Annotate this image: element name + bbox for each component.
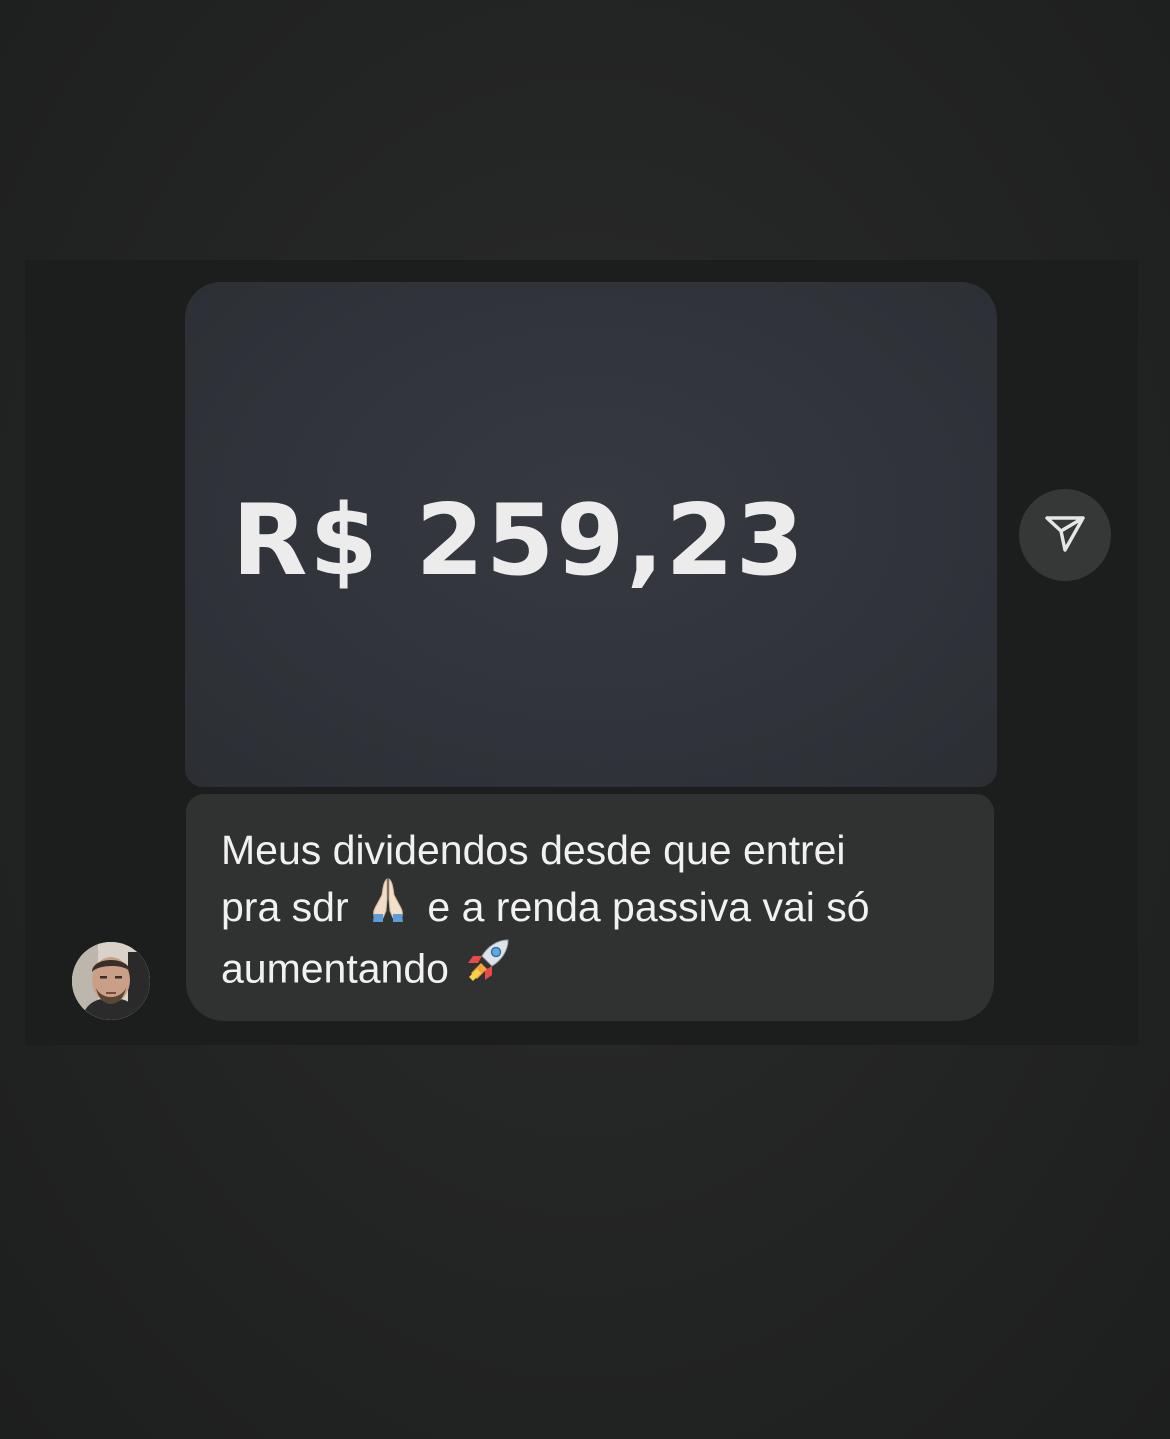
folded-hands-emoji bbox=[362, 873, 414, 940]
amount-text: R$ 259,23 bbox=[232, 484, 806, 598]
user-avatar[interactable] bbox=[72, 942, 150, 1020]
message-line-2-end: e a renda passiva vai só bbox=[427, 884, 870, 930]
message-line-3: aumentando bbox=[221, 945, 449, 991]
paper-plane-icon bbox=[1041, 509, 1089, 562]
message-line-1: Meus dividendos desde que entrei bbox=[221, 827, 846, 873]
rocket-emoji bbox=[462, 932, 518, 1003]
message-text: Meus dividendos desde que entrei pra sdr… bbox=[221, 822, 981, 1003]
share-button[interactable] bbox=[1019, 489, 1111, 581]
message-line-2-start: pra sdr bbox=[221, 884, 349, 930]
